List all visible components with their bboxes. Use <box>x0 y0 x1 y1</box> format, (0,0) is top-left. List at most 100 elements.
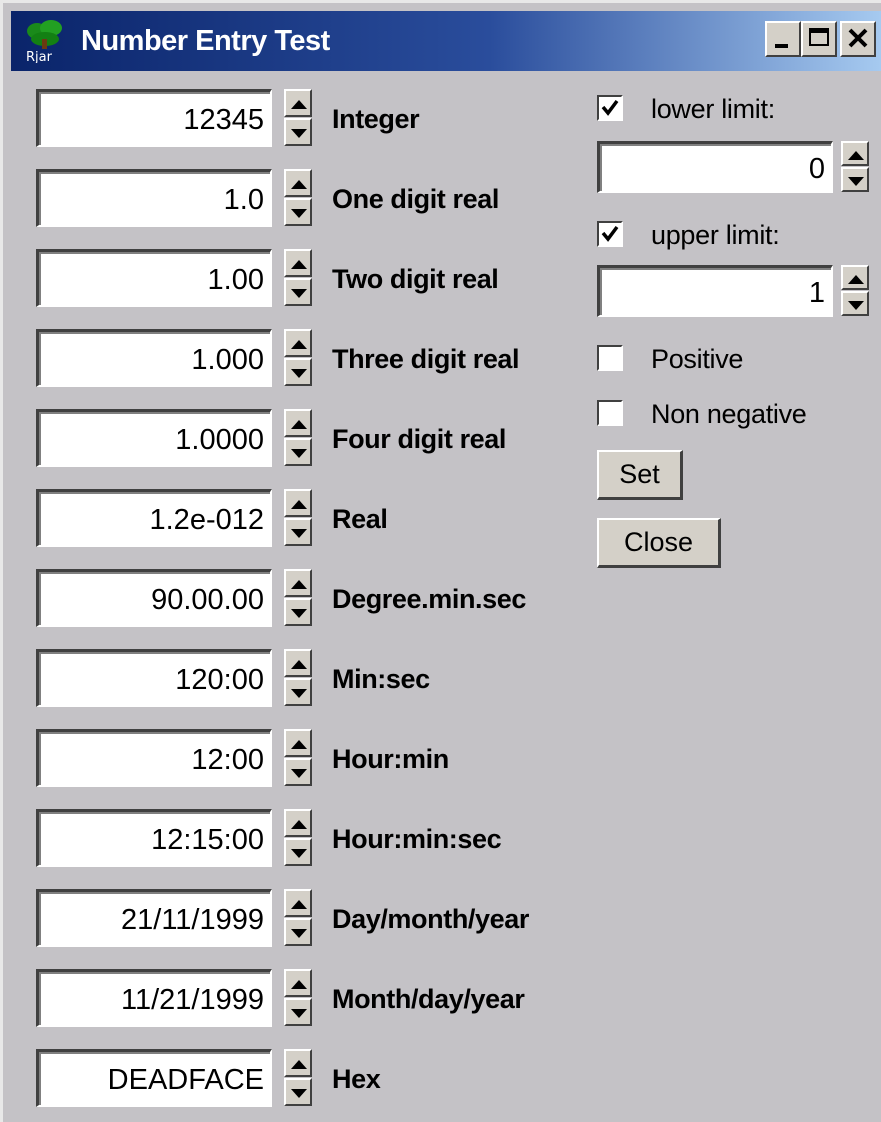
real-input[interactable]: 1.2e-012 <box>36 489 272 547</box>
arrow-down-icon <box>848 301 864 310</box>
non-negative-checkbox[interactable] <box>597 400 623 426</box>
arrow-up-icon <box>291 580 307 589</box>
spin-up-button[interactable] <box>841 265 869 290</box>
lower-limit-checkbox[interactable] <box>597 95 623 121</box>
field-value: 1.0 <box>223 184 264 216</box>
spin-down-button[interactable] <box>284 518 312 546</box>
spin-down-button[interactable] <box>284 438 312 466</box>
degree-min-sec-spinner[interactable] <box>284 569 312 627</box>
lower-limit-checkbox-row[interactable]: lower limit: <box>597 91 877 127</box>
title-bar[interactable]: Rjar Number Entry Test <box>11 11 881 71</box>
one-digit-real-spinner[interactable] <box>284 169 312 227</box>
one-digit-real-input[interactable]: 1.0 <box>36 169 272 227</box>
field-value: 12:00 <box>191 744 264 776</box>
entry-label: One digit real <box>332 184 499 214</box>
spin-up-button[interactable] <box>284 889 312 917</box>
spin-down-button[interactable] <box>284 838 312 866</box>
hour-min-spinner[interactable] <box>284 729 312 787</box>
spin-down-button[interactable] <box>284 278 312 306</box>
spin-down-button[interactable] <box>284 198 312 226</box>
upper-limit-checkbox-row[interactable]: upper limit: <box>597 217 877 253</box>
three-digit-real-input[interactable]: 1.000 <box>36 329 272 387</box>
entry-label: Hour:min:sec <box>332 824 502 854</box>
close-button[interactable]: Close <box>597 518 721 568</box>
spin-up-button[interactable] <box>841 141 869 166</box>
spin-down-button[interactable] <box>284 598 312 626</box>
arrow-down-icon <box>291 929 307 938</box>
non-negative-checkbox-row[interactable]: Non negative <box>597 396 877 432</box>
spin-up-button[interactable] <box>284 89 312 117</box>
hex-input[interactable]: DEADFACE <box>36 1049 272 1107</box>
entry-label: Integer <box>332 104 420 134</box>
arrow-up-icon <box>848 151 864 160</box>
two-digit-real-spinner[interactable] <box>284 249 312 307</box>
number-entry-window: Rjar Number Entry Test 12345 Integer 1.0… <box>0 0 881 1122</box>
arrow-down-icon <box>291 1009 307 1018</box>
upper-limit-checkbox[interactable] <box>597 221 623 247</box>
entry-label: Two digit real <box>332 264 499 294</box>
real-spinner[interactable] <box>284 489 312 547</box>
hex-spinner[interactable] <box>284 1049 312 1107</box>
spin-down-button[interactable] <box>284 678 312 706</box>
arrow-up-icon <box>848 275 864 284</box>
set-button[interactable]: Set <box>597 450 683 500</box>
close-window-button[interactable] <box>840 21 876 57</box>
checkmark-icon <box>601 225 619 242</box>
integer-spinner[interactable] <box>284 89 312 147</box>
degree-min-sec-input[interactable]: 90.00.00 <box>36 569 272 627</box>
integer-input[interactable]: 12345 <box>36 89 272 147</box>
spin-up-button[interactable] <box>284 489 312 517</box>
spin-up-button[interactable] <box>284 169 312 197</box>
hour-min-sec-input[interactable]: 12:15:00 <box>36 809 272 867</box>
four-digit-real-spinner[interactable] <box>284 409 312 467</box>
min-sec-spinner[interactable] <box>284 649 312 707</box>
spin-up-button[interactable] <box>284 809 312 837</box>
entry-row-day-month-year: 21/11/1999 Day/month/year <box>36 889 596 947</box>
arrow-down-icon <box>291 609 307 618</box>
spin-up-button[interactable] <box>284 729 312 757</box>
arrow-up-icon <box>291 900 307 909</box>
day-month-year-spinner[interactable] <box>284 889 312 947</box>
spin-down-button[interactable] <box>284 118 312 146</box>
spin-up-button[interactable] <box>284 329 312 357</box>
upper-limit-spinner[interactable] <box>841 265 869 317</box>
arrow-up-icon <box>291 660 307 669</box>
min-sec-input[interactable]: 120:00 <box>36 649 272 707</box>
spin-down-button[interactable] <box>284 998 312 1026</box>
spin-up-button[interactable] <box>284 249 312 277</box>
hour-min-sec-spinner[interactable] <box>284 809 312 867</box>
spin-up-button[interactable] <box>284 569 312 597</box>
maximize-button[interactable] <box>801 21 837 57</box>
entry-label: Hour:min <box>332 744 449 774</box>
field-value: 0 <box>808 153 825 185</box>
hour-min-input[interactable]: 12:00 <box>36 729 272 787</box>
entry-label: Four digit real <box>332 424 507 454</box>
minimize-button[interactable] <box>765 21 801 57</box>
day-month-year-input[interactable]: 21/11/1999 <box>36 889 272 947</box>
spin-up-button[interactable] <box>284 969 312 997</box>
four-digit-real-input[interactable]: 1.0000 <box>36 409 272 467</box>
entry-label: Three digit real <box>332 344 520 374</box>
spin-down-button[interactable] <box>284 358 312 386</box>
field-value: 1.000 <box>191 344 264 376</box>
spin-up-button[interactable] <box>284 409 312 437</box>
upper-limit-input[interactable]: 1 <box>597 265 833 317</box>
spin-up-button[interactable] <box>284 649 312 677</box>
spin-down-button[interactable] <box>284 758 312 786</box>
entry-row-hour-min: 12:00 Hour:min <box>36 729 596 787</box>
spin-down-button[interactable] <box>284 1078 312 1106</box>
positive-checkbox-row[interactable]: Positive <box>597 341 877 377</box>
month-day-year-input[interactable]: 11/21/1999 <box>36 969 272 1027</box>
lower-limit-spinner[interactable] <box>841 141 869 193</box>
month-day-year-spinner[interactable] <box>284 969 312 1027</box>
entry-row-four-digit-real: 1.0000 Four digit real <box>36 409 596 467</box>
three-digit-real-spinner[interactable] <box>284 329 312 387</box>
spin-down-button[interactable] <box>841 291 869 316</box>
spin-down-button[interactable] <box>841 167 869 192</box>
spin-up-button[interactable] <box>284 1049 312 1077</box>
positive-checkbox[interactable] <box>597 345 623 371</box>
lower-limit-input[interactable]: 0 <box>597 141 833 193</box>
spin-down-button[interactable] <box>284 918 312 946</box>
two-digit-real-input[interactable]: 1.00 <box>36 249 272 307</box>
arrow-down-icon <box>291 849 307 858</box>
